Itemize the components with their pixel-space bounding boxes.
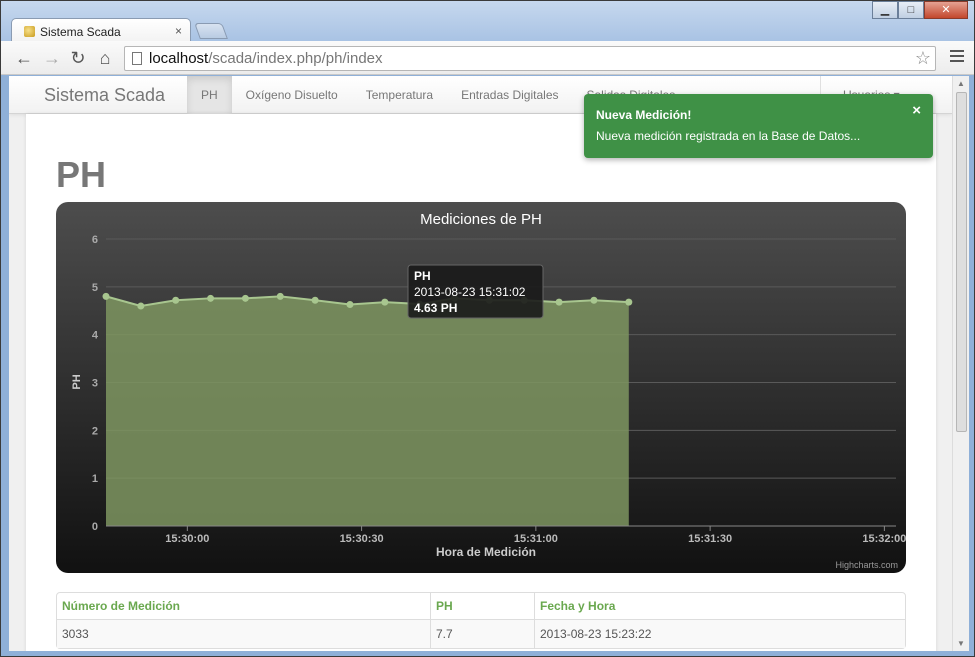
x-axis-title: Hora de Medición bbox=[436, 545, 536, 559]
chart-credits: Highcharts.com bbox=[835, 560, 898, 570]
tooltip-value: 4.63 PH bbox=[414, 301, 457, 315]
tab-title: Sistema Scada bbox=[40, 25, 121, 39]
y-tick-label: 2 bbox=[92, 425, 98, 437]
table-cell: 3033 bbox=[57, 619, 431, 648]
home-icon[interactable]: ⌂ bbox=[94, 48, 116, 68]
window-controls: ▁ □ ✕ bbox=[872, 1, 968, 19]
x-tick-label: 15:31:30 bbox=[688, 533, 732, 545]
toast-close-icon[interactable]: × bbox=[912, 102, 921, 119]
x-tick-label: 15:30:30 bbox=[340, 533, 384, 545]
y-tick-label: 0 bbox=[92, 521, 98, 533]
y-axis-title: PH bbox=[71, 374, 83, 389]
main-content: PH 0 1 2 3 4 5 6 15:30:00 15:30:30 15:31:00 15:31:… bbox=[26, 114, 936, 651]
data-point bbox=[311, 296, 319, 304]
data-point bbox=[555, 298, 563, 306]
address-bar[interactable]: localhost/scada/index.php/ph/index ☆ bbox=[124, 46, 936, 71]
data-point bbox=[381, 298, 389, 306]
browser-tab[interactable]: Sistema Scada × bbox=[11, 18, 191, 43]
y-tick-label: 5 bbox=[92, 282, 98, 294]
page-viewport: Sistema Scada PH Oxígeno Disuelto Temper… bbox=[9, 76, 952, 651]
tab-close-icon[interactable]: × bbox=[175, 24, 182, 38]
scroll-up-icon[interactable]: ▲ bbox=[957, 79, 965, 88]
y-tick-label: 1 bbox=[92, 473, 98, 485]
page-title: PH bbox=[56, 154, 107, 195]
toast-title: Nueva Medición! bbox=[596, 108, 692, 122]
data-point bbox=[241, 294, 249, 302]
x-tick-label: 15:32:00 bbox=[862, 533, 906, 545]
close-window-button[interactable]: ✕ bbox=[924, 1, 968, 19]
data-point bbox=[276, 292, 284, 300]
table-cell: 7.7 bbox=[431, 619, 535, 648]
series-area bbox=[106, 296, 629, 526]
tooltip-time: 2013-08-23 15:31:02 bbox=[414, 285, 526, 299]
scrollbar-thumb[interactable] bbox=[956, 92, 967, 432]
tooltip-series: PH bbox=[414, 269, 431, 283]
data-point bbox=[207, 294, 215, 302]
favicon-icon bbox=[24, 26, 35, 37]
data-point bbox=[346, 301, 354, 309]
new-tab-button[interactable] bbox=[194, 23, 228, 39]
url-path: /scada/index.php/ph/index bbox=[208, 50, 383, 67]
toast-message: Nueva medición registrada en la Base de … bbox=[596, 129, 861, 143]
chart-svg: 0 1 2 3 4 5 6 15:30:00 15:30:30 15:31:00 15:31:30 1… bbox=[71, 211, 906, 570]
y-tick-label: 4 bbox=[92, 330, 99, 342]
browser-menu-icon[interactable] bbox=[950, 50, 964, 65]
y-tick-label: 6 bbox=[92, 234, 98, 246]
scroll-down-icon[interactable]: ▼ bbox=[957, 639, 965, 648]
data-point bbox=[172, 296, 180, 304]
data-point bbox=[590, 296, 598, 304]
forward-arrow-icon[interactable]: → bbox=[41, 48, 63, 68]
measurements-table: Número de Medición PH Fecha y Hora 3033 … bbox=[56, 592, 906, 649]
data-point bbox=[137, 302, 145, 310]
y-tick-label: 3 bbox=[92, 378, 98, 390]
column-header[interactable]: Número de Medición bbox=[57, 593, 431, 619]
maximize-button[interactable]: □ bbox=[898, 1, 924, 19]
nav-item-temperatura[interactable]: Temperatura bbox=[352, 76, 447, 114]
vertical-scrollbar[interactable]: ▲ ▼ bbox=[952, 76, 969, 651]
notification-toast: Nueva Medición! Nueva medición registrad… bbox=[584, 94, 933, 158]
x-tick-label: 15:31:00 bbox=[514, 533, 558, 545]
table-header-row: Número de Medición PH Fecha y Hora bbox=[57, 593, 905, 619]
table-row: 3033 7.7 2013-08-23 15:23:22 bbox=[57, 619, 905, 648]
ph-chart: 0 1 2 3 4 5 6 15:30:00 15:30:30 15:31:00 15:31:30 1… bbox=[56, 202, 906, 573]
nav-item-ph[interactable]: PH bbox=[187, 76, 232, 114]
column-header[interactable]: Fecha y Hora bbox=[535, 593, 905, 619]
table-cell: 2013-08-23 15:23:22 bbox=[535, 619, 905, 648]
bookmark-star-icon[interactable]: ☆ bbox=[915, 48, 931, 69]
back-arrow-icon[interactable]: ← bbox=[13, 48, 35, 68]
x-tick-label: 15:30:00 bbox=[165, 533, 209, 545]
page-icon bbox=[132, 52, 142, 65]
data-point bbox=[102, 292, 110, 300]
nav-item-entradas[interactable]: Entradas Digitales bbox=[447, 76, 572, 114]
minimize-button[interactable]: ▁ bbox=[872, 1, 898, 19]
browser-toolbar: ← → ↻ ⌂ localhost/scada/index.php/ph/ind… bbox=[1, 41, 974, 75]
brand[interactable]: Sistema Scada bbox=[44, 85, 165, 106]
nav-item-oxigeno[interactable]: Oxígeno Disuelto bbox=[232, 76, 352, 114]
url-host: localhost bbox=[149, 50, 209, 67]
chart-title: Mediciones de PH bbox=[420, 211, 542, 228]
data-point bbox=[625, 298, 633, 306]
reload-icon[interactable]: ↻ bbox=[67, 48, 89, 68]
column-header[interactable]: PH bbox=[431, 593, 535, 619]
title-bar: Sistema Scada × ▁ □ ✕ bbox=[1, 1, 974, 43]
